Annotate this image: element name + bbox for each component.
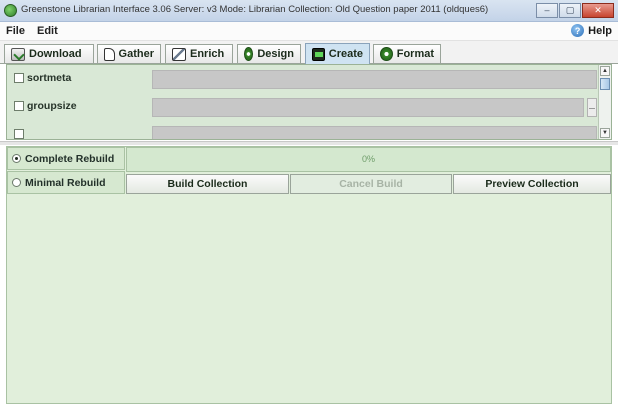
maximize-icon: ▢: [565, 5, 575, 15]
complete-rebuild-option[interactable]: Complete Rebuild: [7, 147, 125, 170]
menu-bar: File Edit ? Help: [0, 22, 618, 41]
tab-bar: Download Gather Enrich Design Create For…: [0, 41, 618, 64]
minimal-rebuild-label: Minimal Rebuild: [25, 176, 106, 189]
menu-file[interactable]: File: [6, 25, 25, 37]
options-scrollbar[interactable]: ▲ ▼: [598, 65, 611, 139]
format-icon: [380, 47, 393, 61]
tab-format[interactable]: Format: [373, 44, 441, 63]
scroll-up-icon[interactable]: ▲: [600, 66, 610, 76]
scroll-thumb[interactable]: [600, 78, 610, 90]
tab-design[interactable]: Design: [237, 44, 301, 63]
close-button[interactable]: ✕: [582, 3, 614, 18]
sortmeta-checkbox[interactable]: [14, 73, 24, 83]
tab-enrich[interactable]: Enrich: [165, 44, 233, 63]
window-controls: – ▢ ✕: [536, 3, 614, 18]
groupsize-checkbox[interactable]: [14, 101, 24, 111]
build-collection-button[interactable]: Build Collection: [126, 174, 289, 194]
tab-create-label: Create: [328, 48, 363, 60]
partial-option-checkbox[interactable]: [14, 129, 24, 139]
minimal-rebuild-radio[interactable]: [12, 178, 21, 187]
close-icon: ✕: [594, 5, 602, 15]
help-icon: ?: [571, 24, 585, 37]
scroll-down-icon[interactable]: ▼: [600, 128, 610, 138]
cancel-build-button[interactable]: Cancel Build: [290, 174, 452, 194]
split-divider[interactable]: [0, 141, 618, 145]
download-icon: [11, 47, 25, 61]
tab-format-label: Format: [396, 48, 434, 60]
tab-create[interactable]: Create: [305, 43, 370, 64]
tab-download-label: Download: [29, 48, 82, 60]
tab-download[interactable]: Download: [4, 44, 94, 63]
minimal-rebuild-option[interactable]: Minimal Rebuild: [7, 171, 125, 194]
tab-gather-label: Gather: [118, 48, 154, 60]
help-label: Help: [588, 24, 612, 37]
sortmeta-field[interactable]: [152, 70, 597, 89]
help-menu[interactable]: ? Help: [571, 24, 612, 37]
option-row-sortmeta: sortmeta: [7, 67, 597, 91]
groupsize-label: groupsize: [27, 100, 77, 112]
build-panel: Complete Rebuild Minimal Rebuild 0% Buil…: [6, 146, 612, 404]
build-progress-bar: 0%: [126, 147, 611, 172]
preview-collection-button[interactable]: Preview Collection: [453, 174, 611, 194]
groupsize-field[interactable]: [152, 98, 584, 117]
progress-text: 0%: [361, 154, 375, 164]
maximize-button[interactable]: ▢: [559, 3, 581, 18]
tab-gather[interactable]: Gather: [97, 44, 161, 63]
greenstone-app-icon: [4, 4, 17, 17]
complete-rebuild-label: Complete Rebuild: [25, 152, 115, 165]
partial-option-field[interactable]: [152, 126, 597, 139]
enrich-icon: [172, 47, 186, 61]
build-options-panel: sortmeta groupsize ▲ ▼: [6, 64, 612, 140]
create-icon: [312, 47, 325, 61]
tab-design-label: Design: [257, 48, 294, 60]
menu-edit[interactable]: Edit: [37, 25, 58, 37]
minimize-icon: –: [544, 5, 550, 15]
option-row-groupsize: groupsize: [7, 95, 597, 119]
groupsize-spinner[interactable]: [587, 98, 597, 117]
sortmeta-label: sortmeta: [27, 72, 72, 84]
design-icon: [244, 47, 254, 61]
window-title: Greenstone Librarian Interface 3.06 Serv…: [21, 4, 489, 15]
option-row-partial: [7, 123, 597, 139]
minimize-button[interactable]: –: [536, 3, 558, 18]
title-bar: Greenstone Librarian Interface 3.06 Serv…: [0, 0, 618, 22]
tab-enrich-label: Enrich: [190, 48, 225, 60]
complete-rebuild-radio[interactable]: [12, 154, 21, 163]
gather-icon: [104, 47, 115, 61]
